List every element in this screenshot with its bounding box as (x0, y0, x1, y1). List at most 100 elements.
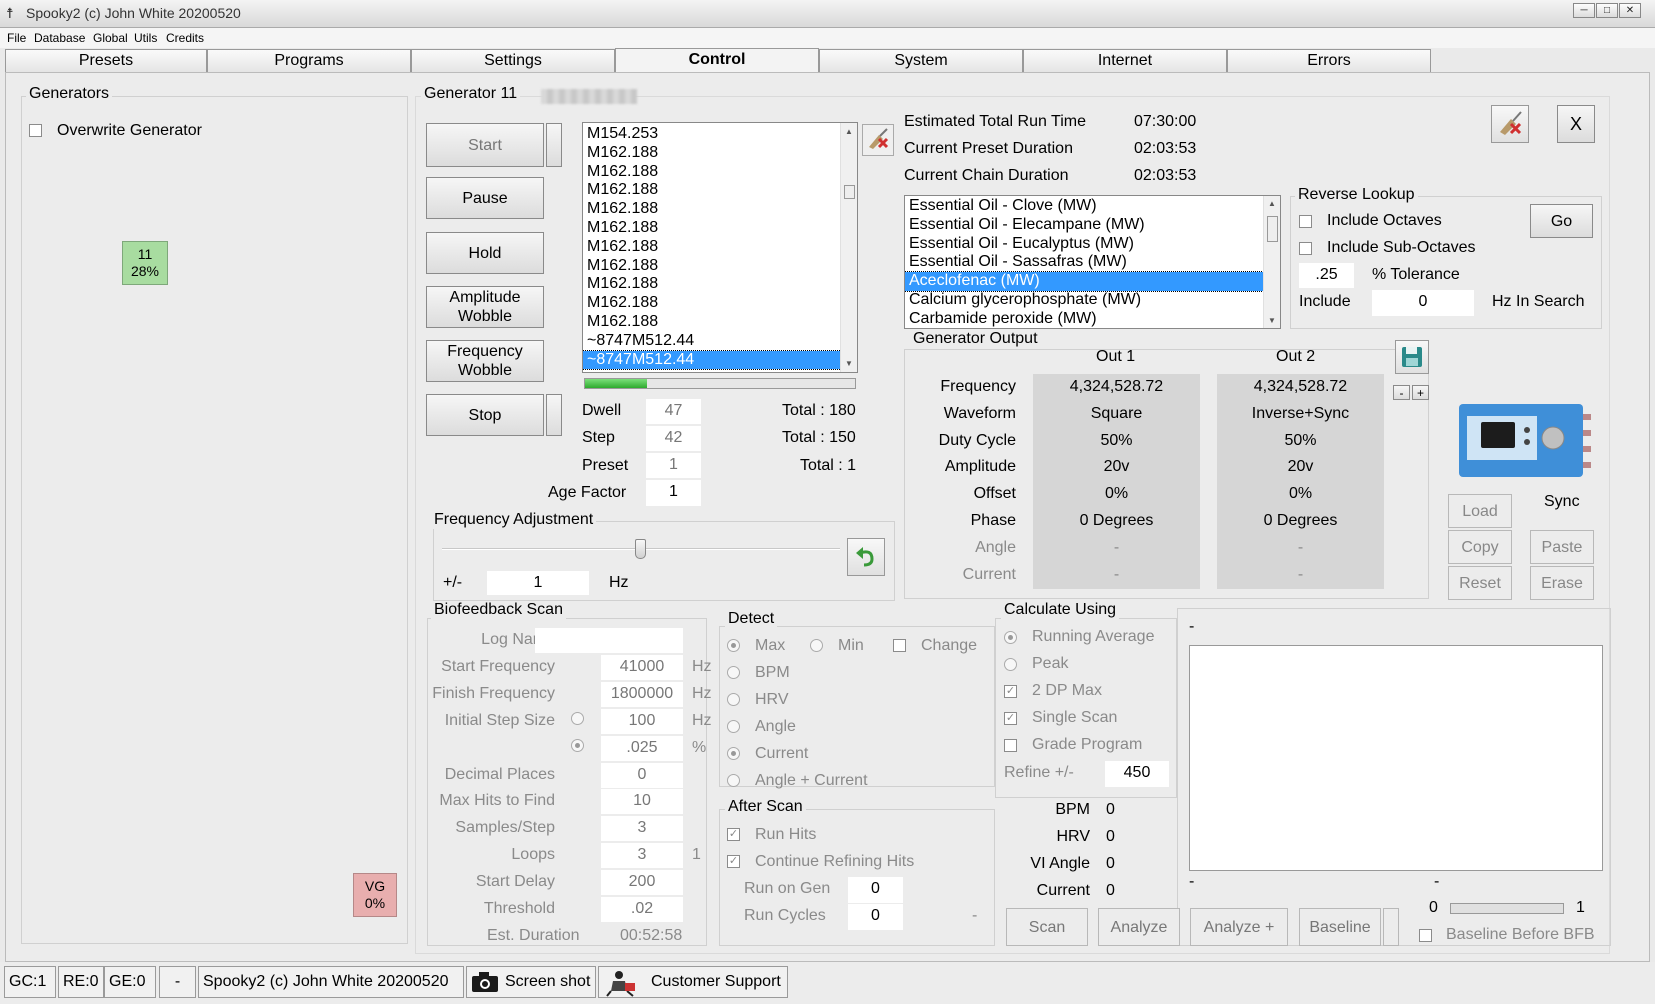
program-list-item[interactable]: Essential Oil - Sassafras (MW) (905, 253, 1263, 272)
frequency-list-item[interactable]: M162.188 (583, 238, 841, 257)
refine-input[interactable]: 450 (1105, 761, 1169, 787)
bfb-value-input[interactable]: 3 (601, 843, 683, 869)
menu-global[interactable]: Global (93, 31, 128, 45)
frequency-list-item[interactable]: M162.188 (583, 275, 841, 294)
program-list-item[interactable]: Calcium glycerophosphate (MW) (905, 291, 1263, 310)
paste-button[interactable]: Paste (1530, 530, 1594, 564)
load-button[interactable]: Load (1448, 494, 1512, 528)
reset-adjustment-button[interactable] (847, 538, 885, 576)
scroll-up-icon[interactable]: ▲ (845, 127, 853, 136)
maximize-button[interactable]: □ (1596, 3, 1618, 18)
step-size-percent-radio[interactable] (571, 739, 584, 752)
reset-button[interactable]: Reset (1448, 566, 1512, 600)
scroll-thumb[interactable] (1267, 216, 1278, 242)
scan-button[interactable]: Scan (1006, 908, 1088, 946)
scroll-down-icon[interactable]: ▼ (845, 359, 853, 368)
frequency-list-item[interactable]: M162.188 (583, 219, 841, 238)
detect-max-radio[interactable] (727, 639, 740, 652)
analyze-plus-button[interactable]: Analyze + (1190, 908, 1288, 946)
increase-button[interactable]: + (1412, 385, 1429, 400)
tab-control[interactable]: Control (615, 48, 819, 74)
detect-angle-radio[interactable] (727, 720, 740, 733)
dp-max-checkbox[interactable]: ✓ (1004, 685, 1017, 698)
frequency-list-item[interactable]: M162.188 (583, 200, 841, 219)
baseline-option-button[interactable] (1383, 908, 1399, 946)
program-list-scrollbar[interactable]: ▲ ▼ (1263, 196, 1280, 328)
frequency-slider-thumb[interactable] (635, 539, 646, 559)
program-list-item[interactable]: Carbamide peroxide (MW) (905, 310, 1263, 328)
frequency-list[interactable]: M154.253 M162.188 M162.188 M162.188 M162.188… (582, 122, 858, 373)
detect-angle-current-radio[interactable] (727, 774, 740, 787)
frequency-list-item[interactable]: M154.253 (583, 125, 841, 144)
pause-button[interactable]: Pause (426, 177, 544, 219)
bfb-value-input[interactable]: 3 (601, 816, 683, 842)
scroll-down-icon[interactable]: ▼ (1268, 316, 1276, 325)
run-on-gen-input[interactable]: 0 (848, 877, 903, 903)
detect-min-radio[interactable] (810, 639, 823, 652)
detect-change-checkbox[interactable] (893, 639, 906, 652)
tab-internet[interactable]: Internet (1023, 49, 1227, 73)
erase-button[interactable]: Erase (1530, 566, 1594, 600)
copy-button[interactable]: Copy (1448, 530, 1512, 564)
log-name-input[interactable] (535, 628, 683, 653)
scroll-up-icon[interactable]: ▲ (1268, 199, 1276, 208)
age-factor-input[interactable]: 1 (646, 480, 701, 506)
bfb-value-input[interactable]: 200 (601, 870, 683, 896)
tab-errors[interactable]: Errors (1227, 49, 1431, 73)
peak-radio[interactable] (1004, 658, 1017, 671)
frequency-list-item[interactable]: M162.188 (583, 163, 841, 182)
frequency-list-item[interactable]: ~8747M512.44 (583, 332, 841, 351)
menu-file[interactable]: File (7, 31, 26, 45)
amplitude-wobble-button[interactable]: Amplitude Wobble (426, 286, 544, 328)
frequency-wobble-button[interactable]: Frequency Wobble (426, 340, 544, 382)
baseline-before-bfb-checkbox[interactable] (1419, 929, 1432, 942)
frequency-list-item[interactable]: M162.188 (583, 294, 841, 313)
frequency-list-scrollbar[interactable]: ▲ ▼ (840, 123, 857, 372)
stop-option-button[interactable] (546, 394, 562, 436)
clear-programs-button[interactable] (1491, 105, 1529, 143)
clear-list-button[interactable] (862, 124, 894, 156)
analyze-button[interactable]: Analyze (1098, 908, 1180, 946)
detect-hrv-radio[interactable] (727, 693, 740, 706)
customer-support-button[interactable]: Customer Support (598, 966, 788, 998)
program-list-item[interactable]: Essential Oil - Elecampane (MW) (905, 216, 1263, 235)
scroll-thumb[interactable] (844, 185, 855, 199)
program-list-item[interactable]: Aceclofenac (MW) (905, 271, 1264, 292)
minimize-button[interactable]: ─ (1573, 3, 1595, 18)
single-scan-checkbox[interactable]: ✓ (1004, 712, 1017, 725)
start-option-button[interactable] (546, 123, 562, 167)
continue-refining-checkbox[interactable]: ✓ (727, 855, 740, 868)
tab-programs[interactable]: Programs (207, 49, 411, 73)
tab-system[interactable]: System (819, 49, 1023, 73)
generator-tile-vg[interactable]: VG 0% (353, 873, 397, 917)
program-list-item[interactable]: Essential Oil - Eucalyptus (MW) (905, 235, 1263, 254)
detect-current-radio[interactable] (727, 747, 740, 760)
generator-tile-11[interactable]: 11 28% (122, 241, 168, 285)
close-generator-button[interactable]: X (1557, 105, 1595, 143)
frequency-list-item[interactable]: M162.188 (583, 313, 841, 332)
program-list-item[interactable]: Essential Oil - Clove (MW) (905, 197, 1263, 216)
running-average-radio[interactable] (1004, 631, 1017, 644)
program-list[interactable]: Essential Oil - Clove (MW) Essential Oil … (904, 195, 1281, 329)
step-size-hz-radio[interactable] (571, 712, 584, 725)
frequency-list-item[interactable]: M162.188 (583, 257, 841, 276)
bfb-value-input[interactable]: 1800000 (601, 681, 683, 707)
start-button[interactable]: Start (426, 123, 544, 167)
stop-button[interactable]: Stop (426, 394, 544, 436)
include-octaves-checkbox[interactable] (1299, 215, 1312, 228)
bfb-value-input[interactable]: 100 (601, 708, 683, 734)
tolerance-input[interactable]: .25 (1299, 263, 1354, 288)
include-hz-input[interactable]: 0 (1372, 290, 1474, 316)
decrease-button[interactable]: - (1393, 385, 1410, 400)
grade-program-checkbox[interactable] (1004, 739, 1017, 752)
frequency-list-item[interactable]: ~8747M512.44 (583, 349, 842, 371)
bfb-value-input[interactable]: 41000 (601, 654, 683, 680)
menu-utils[interactable]: Utils (134, 31, 157, 45)
screenshot-button[interactable]: Screen shot (466, 966, 596, 998)
run-cycles-input[interactable]: 0 (848, 904, 903, 930)
adjustment-value-input[interactable]: 1 (487, 571, 589, 595)
tab-presets[interactable]: Presets (5, 49, 207, 73)
include-sub-octaves-checkbox[interactable] (1299, 242, 1312, 255)
reverse-lookup-go-button[interactable]: Go (1530, 204, 1593, 238)
baseline-button[interactable]: Baseline (1299, 908, 1381, 946)
